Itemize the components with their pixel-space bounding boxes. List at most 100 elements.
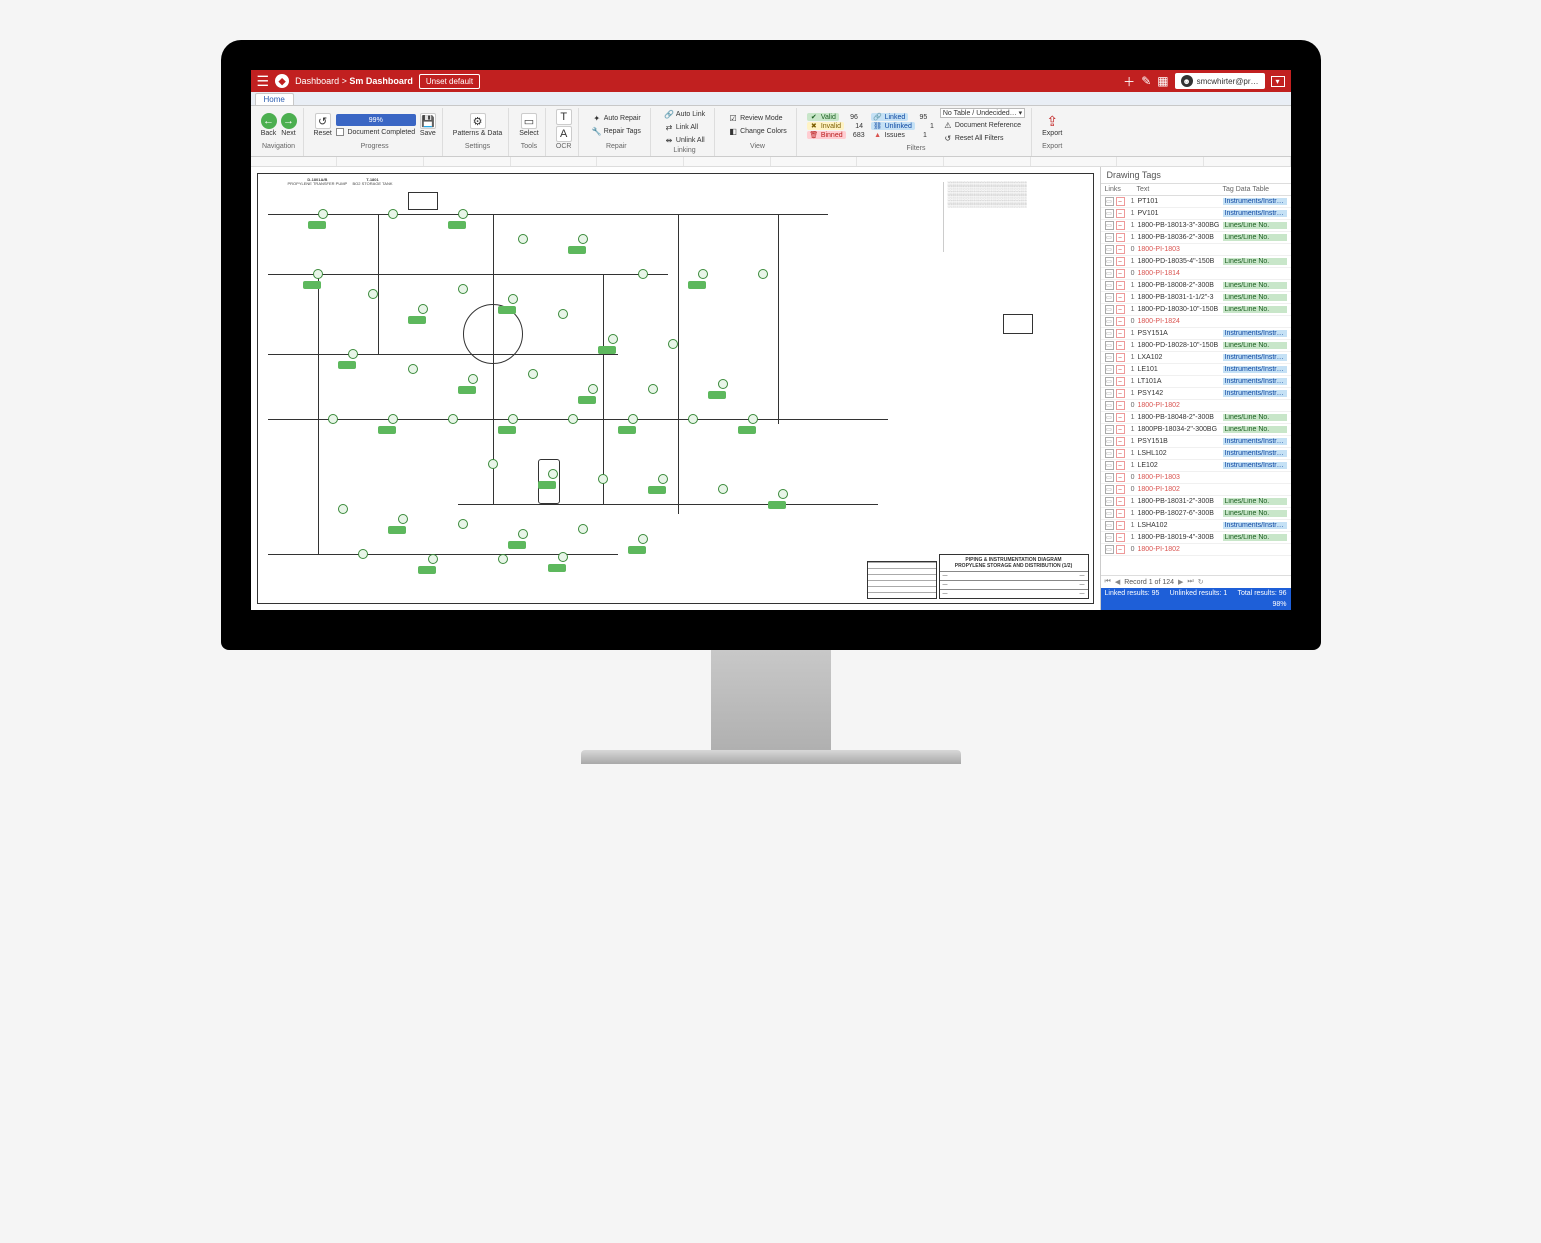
tag-row[interactable]: ▭–1LT101AInstruments/Instru… — [1101, 376, 1291, 388]
tag-select-icon[interactable]: ▭ — [1105, 365, 1114, 374]
tag-row[interactable]: ▭–11800-PB-18031-1-1/2"-3Lines/Line No. — [1101, 292, 1291, 304]
tag-delete-icon[interactable]: – — [1116, 197, 1125, 206]
tag-select-icon[interactable]: ▭ — [1105, 221, 1114, 230]
tag-row[interactable]: ▭–1LE102Instruments/Instru… — [1101, 460, 1291, 472]
tag-select-icon[interactable]: ▭ — [1105, 377, 1114, 386]
tag-row[interactable]: ▭–1LSHL102Instruments/Instru… — [1101, 448, 1291, 460]
tag-delete-icon[interactable]: – — [1116, 341, 1125, 350]
save-button[interactable]: 💾Save — [420, 113, 436, 137]
next-button[interactable]: →Next — [281, 113, 297, 137]
tag-select-icon[interactable]: ▭ — [1105, 461, 1114, 470]
select-button[interactable]: ▭Select — [519, 113, 538, 137]
filter-binned[interactable]: 🗑Binned — [807, 131, 846, 139]
tag-delete-icon[interactable]: – — [1116, 473, 1125, 482]
filter-table-select[interactable]: No Table / Undecided… ▾ — [940, 108, 1025, 118]
menu-icon[interactable]: ☰ — [257, 73, 270, 90]
tag-row[interactable]: ▭–11800-PB-18008-2"-300BLines/Line No. — [1101, 280, 1291, 292]
tag-delete-icon[interactable]: – — [1116, 209, 1125, 218]
tag-delete-icon[interactable]: – — [1116, 545, 1125, 554]
tag-delete-icon[interactable]: – — [1116, 329, 1125, 338]
tag-row[interactable]: ▭–1PT101Instruments/Instru… — [1101, 196, 1291, 208]
tag-delete-icon[interactable]: – — [1116, 245, 1125, 254]
filter-linked[interactable]: 🔗Linked — [871, 113, 909, 121]
user-dropdown-icon[interactable]: ▾ — [1271, 76, 1285, 87]
tag-delete-icon[interactable]: – — [1116, 509, 1125, 518]
tag-select-icon[interactable]: ▭ — [1105, 305, 1114, 314]
breadcrumb-current[interactable]: Sm Dashboard — [349, 76, 413, 86]
tag-select-icon[interactable]: ▭ — [1105, 245, 1114, 254]
tag-row[interactable]: ▭–11800-PD-18028-10"-150BLines/Line No. — [1101, 340, 1291, 352]
tag-select-icon[interactable]: ▭ — [1105, 233, 1114, 242]
tag-delete-icon[interactable]: – — [1116, 269, 1125, 278]
repair-tags-button[interactable]: 🔧Repair Tags — [589, 126, 644, 138]
tag-delete-icon[interactable]: – — [1116, 485, 1125, 494]
tag-select-icon[interactable]: ▭ — [1105, 509, 1114, 518]
tag-row[interactable]: ▭–1PSY151AInstruments/Instru… — [1101, 328, 1291, 340]
tag-delete-icon[interactable]: – — [1116, 293, 1125, 302]
tag-select-icon[interactable]: ▭ — [1105, 449, 1114, 458]
unlink-all-button[interactable]: ⇹Unlink All — [661, 134, 708, 146]
tag-row[interactable]: ▭–1LSHA102Instruments/Instru… — [1101, 520, 1291, 532]
tag-row[interactable]: ▭–1LXA102Instruments/Instru… — [1101, 352, 1291, 364]
change-colors-button[interactable]: ◧Change Colors — [725, 126, 790, 138]
tag-select-icon[interactable]: ▭ — [1105, 281, 1114, 290]
tag-delete-icon[interactable]: – — [1116, 401, 1125, 410]
tag-delete-icon[interactable]: – — [1116, 281, 1125, 290]
app-logo-icon[interactable]: ◆ — [275, 74, 289, 88]
tag-select-icon[interactable]: ▭ — [1105, 473, 1114, 482]
document-reference-button[interactable]: ⚠Document Reference — [940, 119, 1025, 131]
tag-delete-icon[interactable]: – — [1116, 497, 1125, 506]
tag-delete-icon[interactable]: – — [1116, 233, 1125, 242]
tag-delete-icon[interactable]: – — [1116, 413, 1125, 422]
pager-prev-icon[interactable]: ◀ — [1115, 578, 1120, 586]
tag-delete-icon[interactable]: – — [1116, 353, 1125, 362]
tag-row[interactable]: ▭–01800-PI-1802 — [1101, 400, 1291, 412]
apps-icon[interactable]: ▦ — [1157, 74, 1168, 88]
tag-row[interactable]: ▭–11800-PD-18030-10"-150BLines/Line No. — [1101, 304, 1291, 316]
tag-row[interactable]: ▭–1PSY142Instruments/Instru… — [1101, 388, 1291, 400]
tag-select-icon[interactable]: ▭ — [1105, 521, 1114, 530]
tag-select-icon[interactable]: ▭ — [1105, 353, 1114, 362]
tag-select-icon[interactable]: ▭ — [1105, 197, 1114, 206]
tag-select-icon[interactable]: ▭ — [1105, 269, 1114, 278]
reset-filters-button[interactable]: ↺Reset All Filters — [940, 132, 1025, 144]
tag-row[interactable]: ▭–01800-PI-1802 — [1101, 544, 1291, 556]
tag-row[interactable]: ▭–11800-PB-18019-4"-300BLines/Line No. — [1101, 532, 1291, 544]
breadcrumb-root[interactable]: Dashboard — [295, 76, 339, 86]
tag-row[interactable]: ▭–1PV101Instruments/Instru… — [1101, 208, 1291, 220]
tag-delete-icon[interactable]: – — [1116, 437, 1125, 446]
pager-refresh-icon[interactable]: ↻ — [1198, 578, 1204, 586]
tag-delete-icon[interactable]: – — [1116, 425, 1125, 434]
tag-select-icon[interactable]: ▭ — [1105, 485, 1114, 494]
tag-row[interactable]: ▭–01800-PI-1803 — [1101, 472, 1291, 484]
link-all-button[interactable]: ⇄Link All — [661, 121, 708, 133]
tag-delete-icon[interactable]: – — [1116, 389, 1125, 398]
pager-last-icon[interactable]: ⏭ — [1187, 578, 1193, 586]
tab-home[interactable]: Home — [255, 93, 294, 105]
tag-select-icon[interactable]: ▭ — [1105, 389, 1114, 398]
tag-select-icon[interactable]: ▭ — [1105, 413, 1114, 422]
unset-default-button[interactable]: Unset default — [419, 74, 480, 89]
tag-select-icon[interactable]: ▭ — [1105, 545, 1114, 554]
document-completed-checkbox[interactable]: Document Completed — [336, 128, 415, 136]
tag-row[interactable]: ▭–11800-PB-18027-6"-300BLines/Line No. — [1101, 508, 1291, 520]
filter-unlinked[interactable]: ⛓Unlinked — [871, 122, 915, 130]
tag-delete-icon[interactable]: – — [1116, 533, 1125, 542]
tag-delete-icon[interactable]: – — [1116, 221, 1125, 230]
reset-button[interactable]: ↺Reset — [314, 113, 332, 137]
tag-delete-icon[interactable]: – — [1116, 305, 1125, 314]
tag-delete-icon[interactable]: – — [1116, 317, 1125, 326]
tag-delete-icon[interactable]: – — [1116, 461, 1125, 470]
tag-row[interactable]: ▭–11800-PB-18036-2"-300BLines/Line No. — [1101, 232, 1291, 244]
tag-delete-icon[interactable]: – — [1116, 449, 1125, 458]
pager-first-icon[interactable]: ⏮ — [1105, 578, 1111, 586]
tag-select-icon[interactable]: ▭ — [1105, 425, 1114, 434]
ocr-button-2[interactable]: A — [556, 126, 572, 142]
tag-delete-icon[interactable]: – — [1116, 521, 1125, 530]
tag-row[interactable]: ▭–11800-PB-18013-3"-300BGLines/Line No. — [1101, 220, 1291, 232]
tag-row[interactable]: ▭–11800-PD-18035-4"-150BLines/Line No. — [1101, 256, 1291, 268]
add-icon[interactable]: ＋ — [1123, 73, 1135, 90]
tag-row[interactable]: ▭–11800-PB-18031-2"-300BLines/Line No. — [1101, 496, 1291, 508]
filter-invalid[interactable]: ✖Invalid — [807, 122, 844, 130]
tag-select-icon[interactable]: ▭ — [1105, 293, 1114, 302]
